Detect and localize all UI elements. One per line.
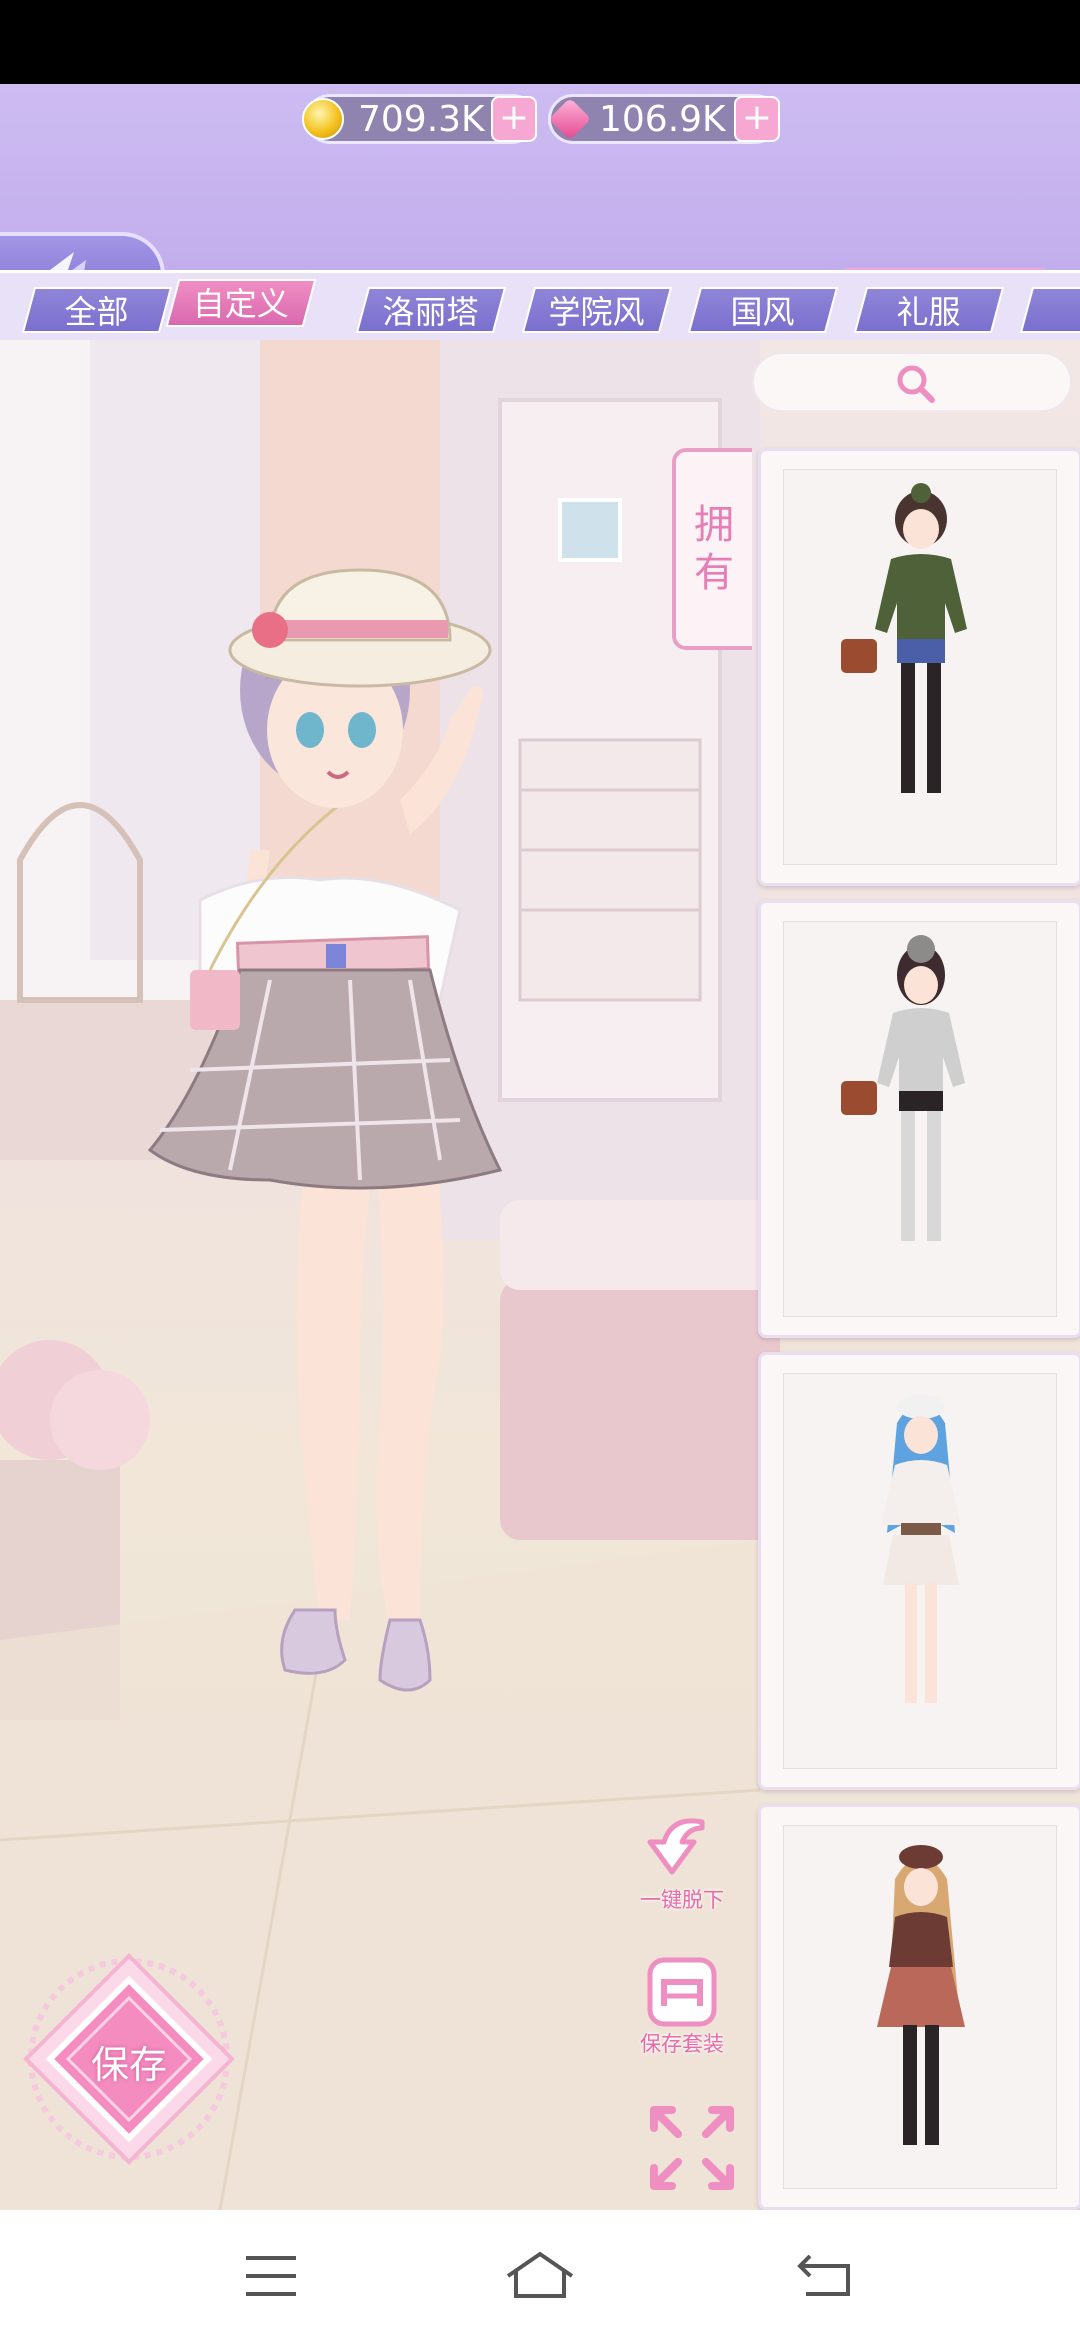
save-outfit-label: 保存套装	[640, 2032, 724, 2056]
subtab-all[interactable]: 全部	[21, 287, 173, 333]
subtab-lolita[interactable]: 洛丽塔	[355, 287, 507, 333]
save-label: 保存	[90, 2043, 167, 2087]
coin-value: 709.3K	[358, 98, 485, 140]
player-avatar[interactable]	[100, 470, 620, 1720]
coin-icon	[302, 98, 344, 140]
owned-filter-tab[interactable]: 拥 有	[672, 448, 752, 650]
outfit-figure	[881, 1395, 961, 1703]
top-bar: 709.3K + 106.9K + 服装 饰品 妆容	[0, 84, 1080, 348]
outfit-card-2[interactable]	[758, 900, 1080, 1338]
status-bar	[0, 0, 1080, 84]
home-icon[interactable]	[504, 2250, 576, 2300]
gem-icon	[548, 97, 592, 141]
add-gems-button[interactable]: +	[734, 96, 780, 142]
subtab-chinese[interactable]: 国风	[687, 287, 839, 333]
owned-char-1: 拥	[694, 502, 734, 548]
outfit-card-1[interactable]	[758, 448, 1080, 886]
undo-arrow-icon	[647, 1818, 705, 1875]
save-outfit-button[interactable]: 保存套装	[640, 1956, 724, 2058]
fullscreen-button[interactable]	[644, 2100, 740, 2196]
subtab-gown[interactable]: 礼服	[853, 287, 1005, 333]
outfit-card-4[interactable]	[758, 1804, 1080, 2210]
subtab-academy[interactable]: 学院风	[521, 287, 673, 333]
hanger-icon	[647, 1957, 717, 2027]
gem-value: 106.9K	[599, 98, 726, 140]
outfit-figure	[841, 483, 967, 793]
add-coins-button[interactable]: +	[491, 96, 537, 142]
subtab-custom[interactable]: 自定义	[165, 279, 317, 327]
owned-char-2: 有	[694, 550, 734, 596]
outfit-figure	[841, 935, 965, 1241]
outfit-figure	[877, 1845, 965, 2145]
outfit-card-3[interactable]	[758, 1352, 1080, 1790]
save-button[interactable]: 保存	[20, 1950, 238, 2168]
style-filter-bar: 全部 自定义 洛丽塔 学院风 国风 礼服 女	[0, 270, 1080, 343]
undress-all-label: 一键脱下	[640, 1888, 724, 1912]
system-nav-bar	[0, 2210, 1080, 2340]
subtab-more[interactable]: 女	[1019, 287, 1080, 333]
coin-counter: 709.3K +	[302, 94, 537, 144]
expand-icon	[650, 2106, 734, 2190]
undress-all-button[interactable]: 一键脱下	[640, 1812, 724, 1914]
gem-counter: 106.9K +	[548, 94, 780, 144]
menu-icon[interactable]	[244, 2254, 298, 2298]
back-icon[interactable]	[796, 2252, 852, 2298]
